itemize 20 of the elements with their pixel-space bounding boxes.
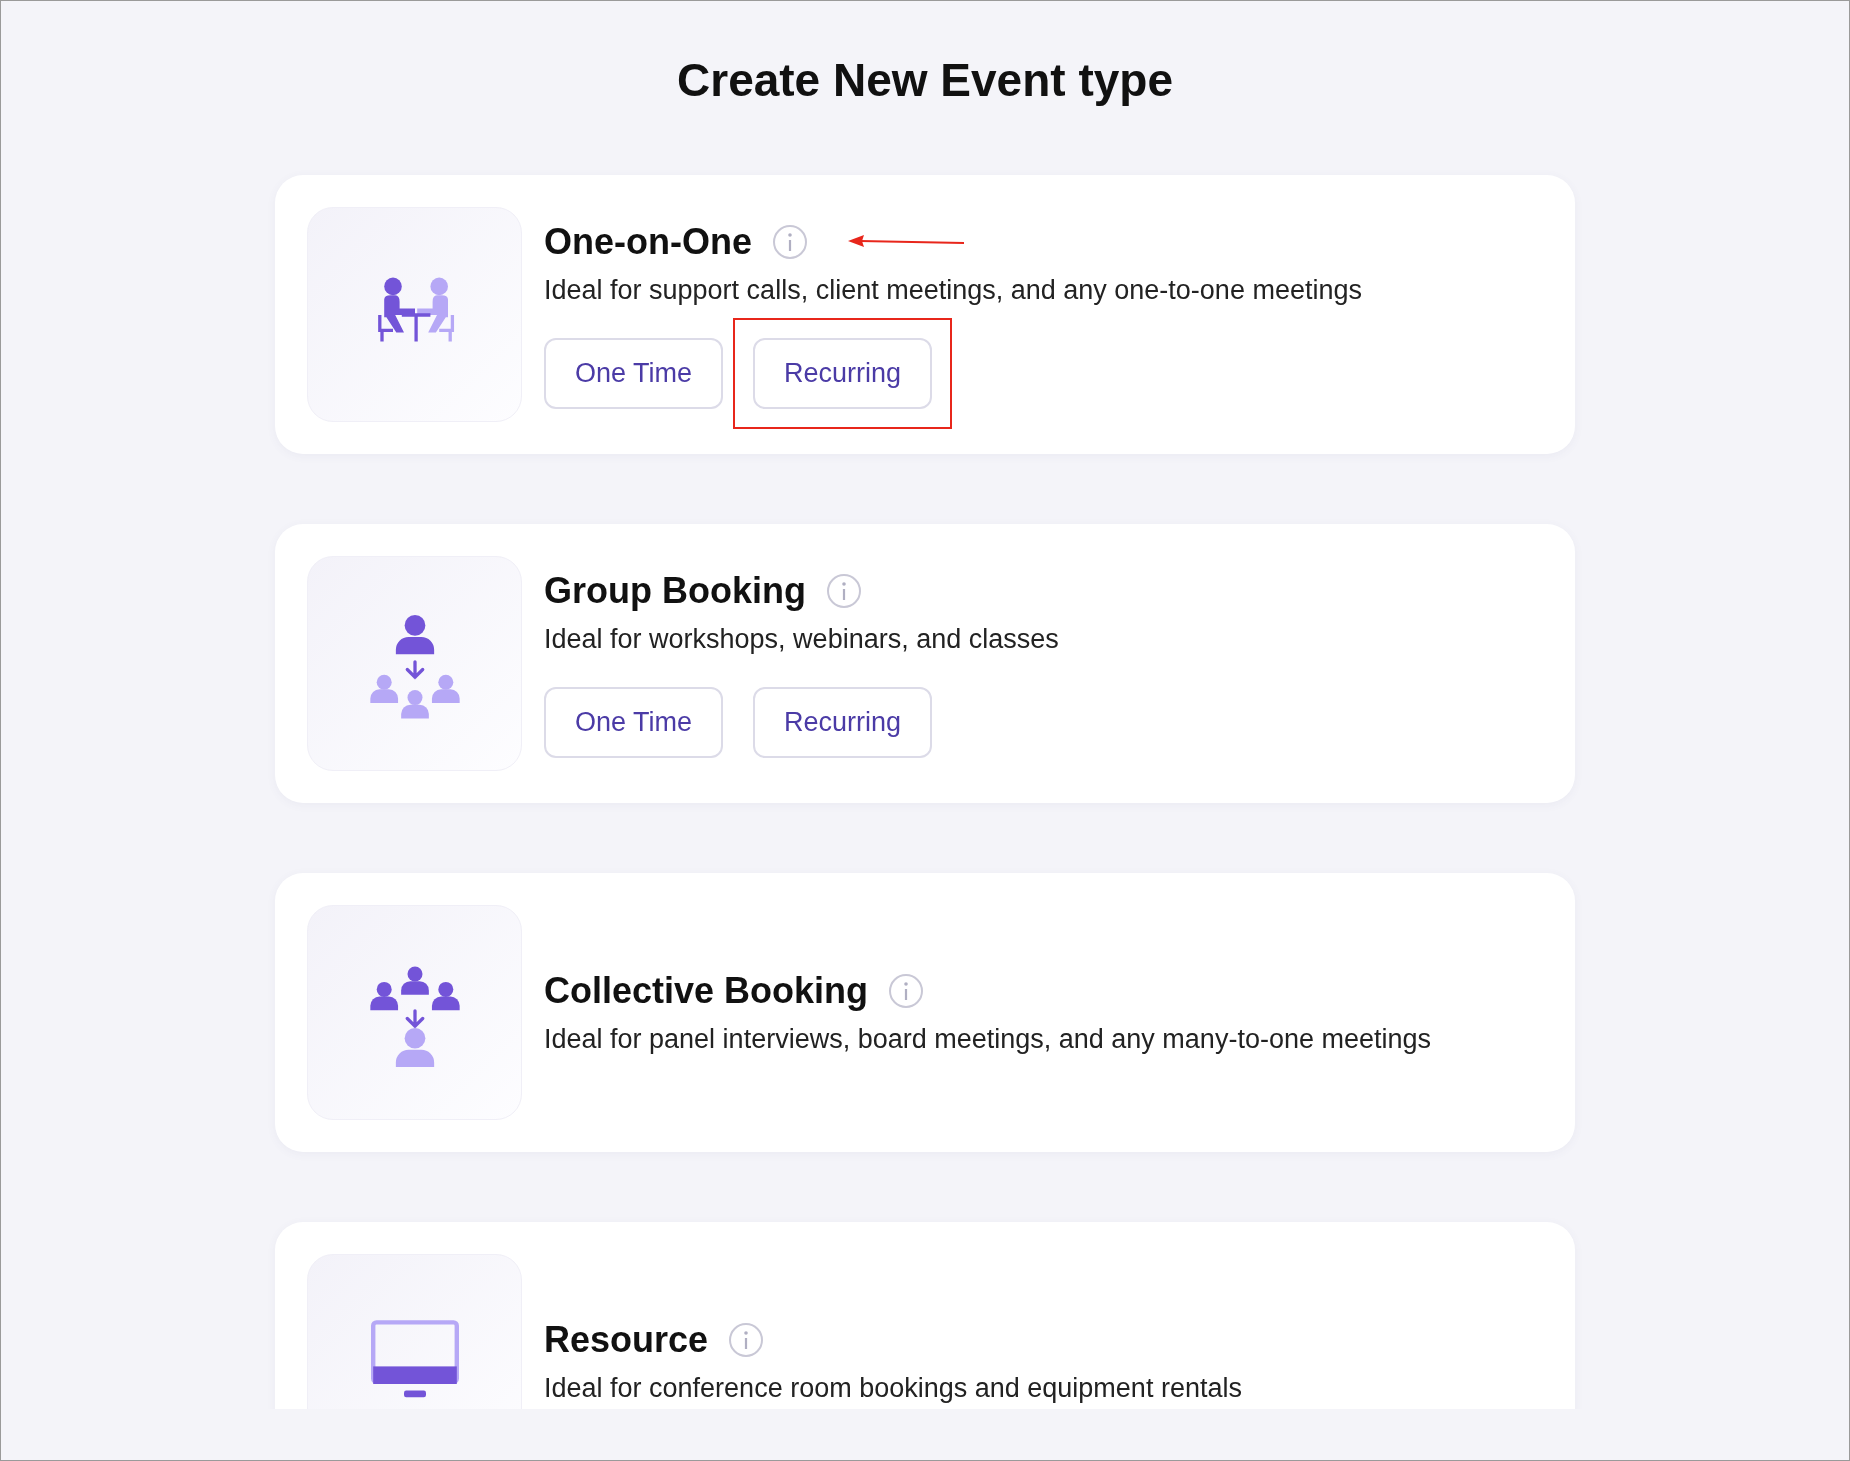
- option-button[interactable]: One Time: [544, 338, 723, 409]
- event-type-title: Group Booking: [544, 569, 806, 613]
- info-icon[interactable]: [728, 1321, 765, 1358]
- event-type-title: One-on-One: [544, 220, 752, 264]
- event-type-description: Ideal for workshops, webinars, and classes: [544, 623, 1059, 656]
- option-button[interactable]: Recurring: [753, 338, 932, 409]
- event-type-title: Collective Booking: [544, 968, 869, 1013]
- info-icon[interactable]: [772, 224, 808, 260]
- event-type-description: Ideal for support calls, client meetings, and any one-to-one meetings: [544, 274, 1362, 307]
- event-type-card[interactable]: Collective Booking Ideal for panel interviews, board meetings, and any many-to-one meetings: [275, 873, 1575, 1152]
- event-type-card[interactable]: Group Booking Ideal for workshops, webinars, and classes One Time Recurring: [275, 524, 1575, 803]
- event-type-card[interactable]: One-on-One Ideal for support calls, client meetings, and any one-to-one meetings One Time Recurring: [275, 175, 1575, 454]
- info-icon[interactable]: [888, 972, 925, 1009]
- event-type-description: Ideal for conference room bookings and equipment rentals: [544, 1371, 1242, 1405]
- event-type-description: Ideal for panel interviews, board meetings, and any many-to-one meetings: [544, 1022, 1431, 1056]
- event-type-title: Resource: [544, 1317, 709, 1362]
- option-button[interactable]: Recurring: [753, 687, 932, 758]
- info-icon[interactable]: [825, 573, 862, 609]
- event-type-card[interactable]: Resource Ideal for conference room bookings and equipment rentals: [275, 1222, 1575, 1409]
- option-button[interactable]: One Time: [544, 687, 723, 758]
